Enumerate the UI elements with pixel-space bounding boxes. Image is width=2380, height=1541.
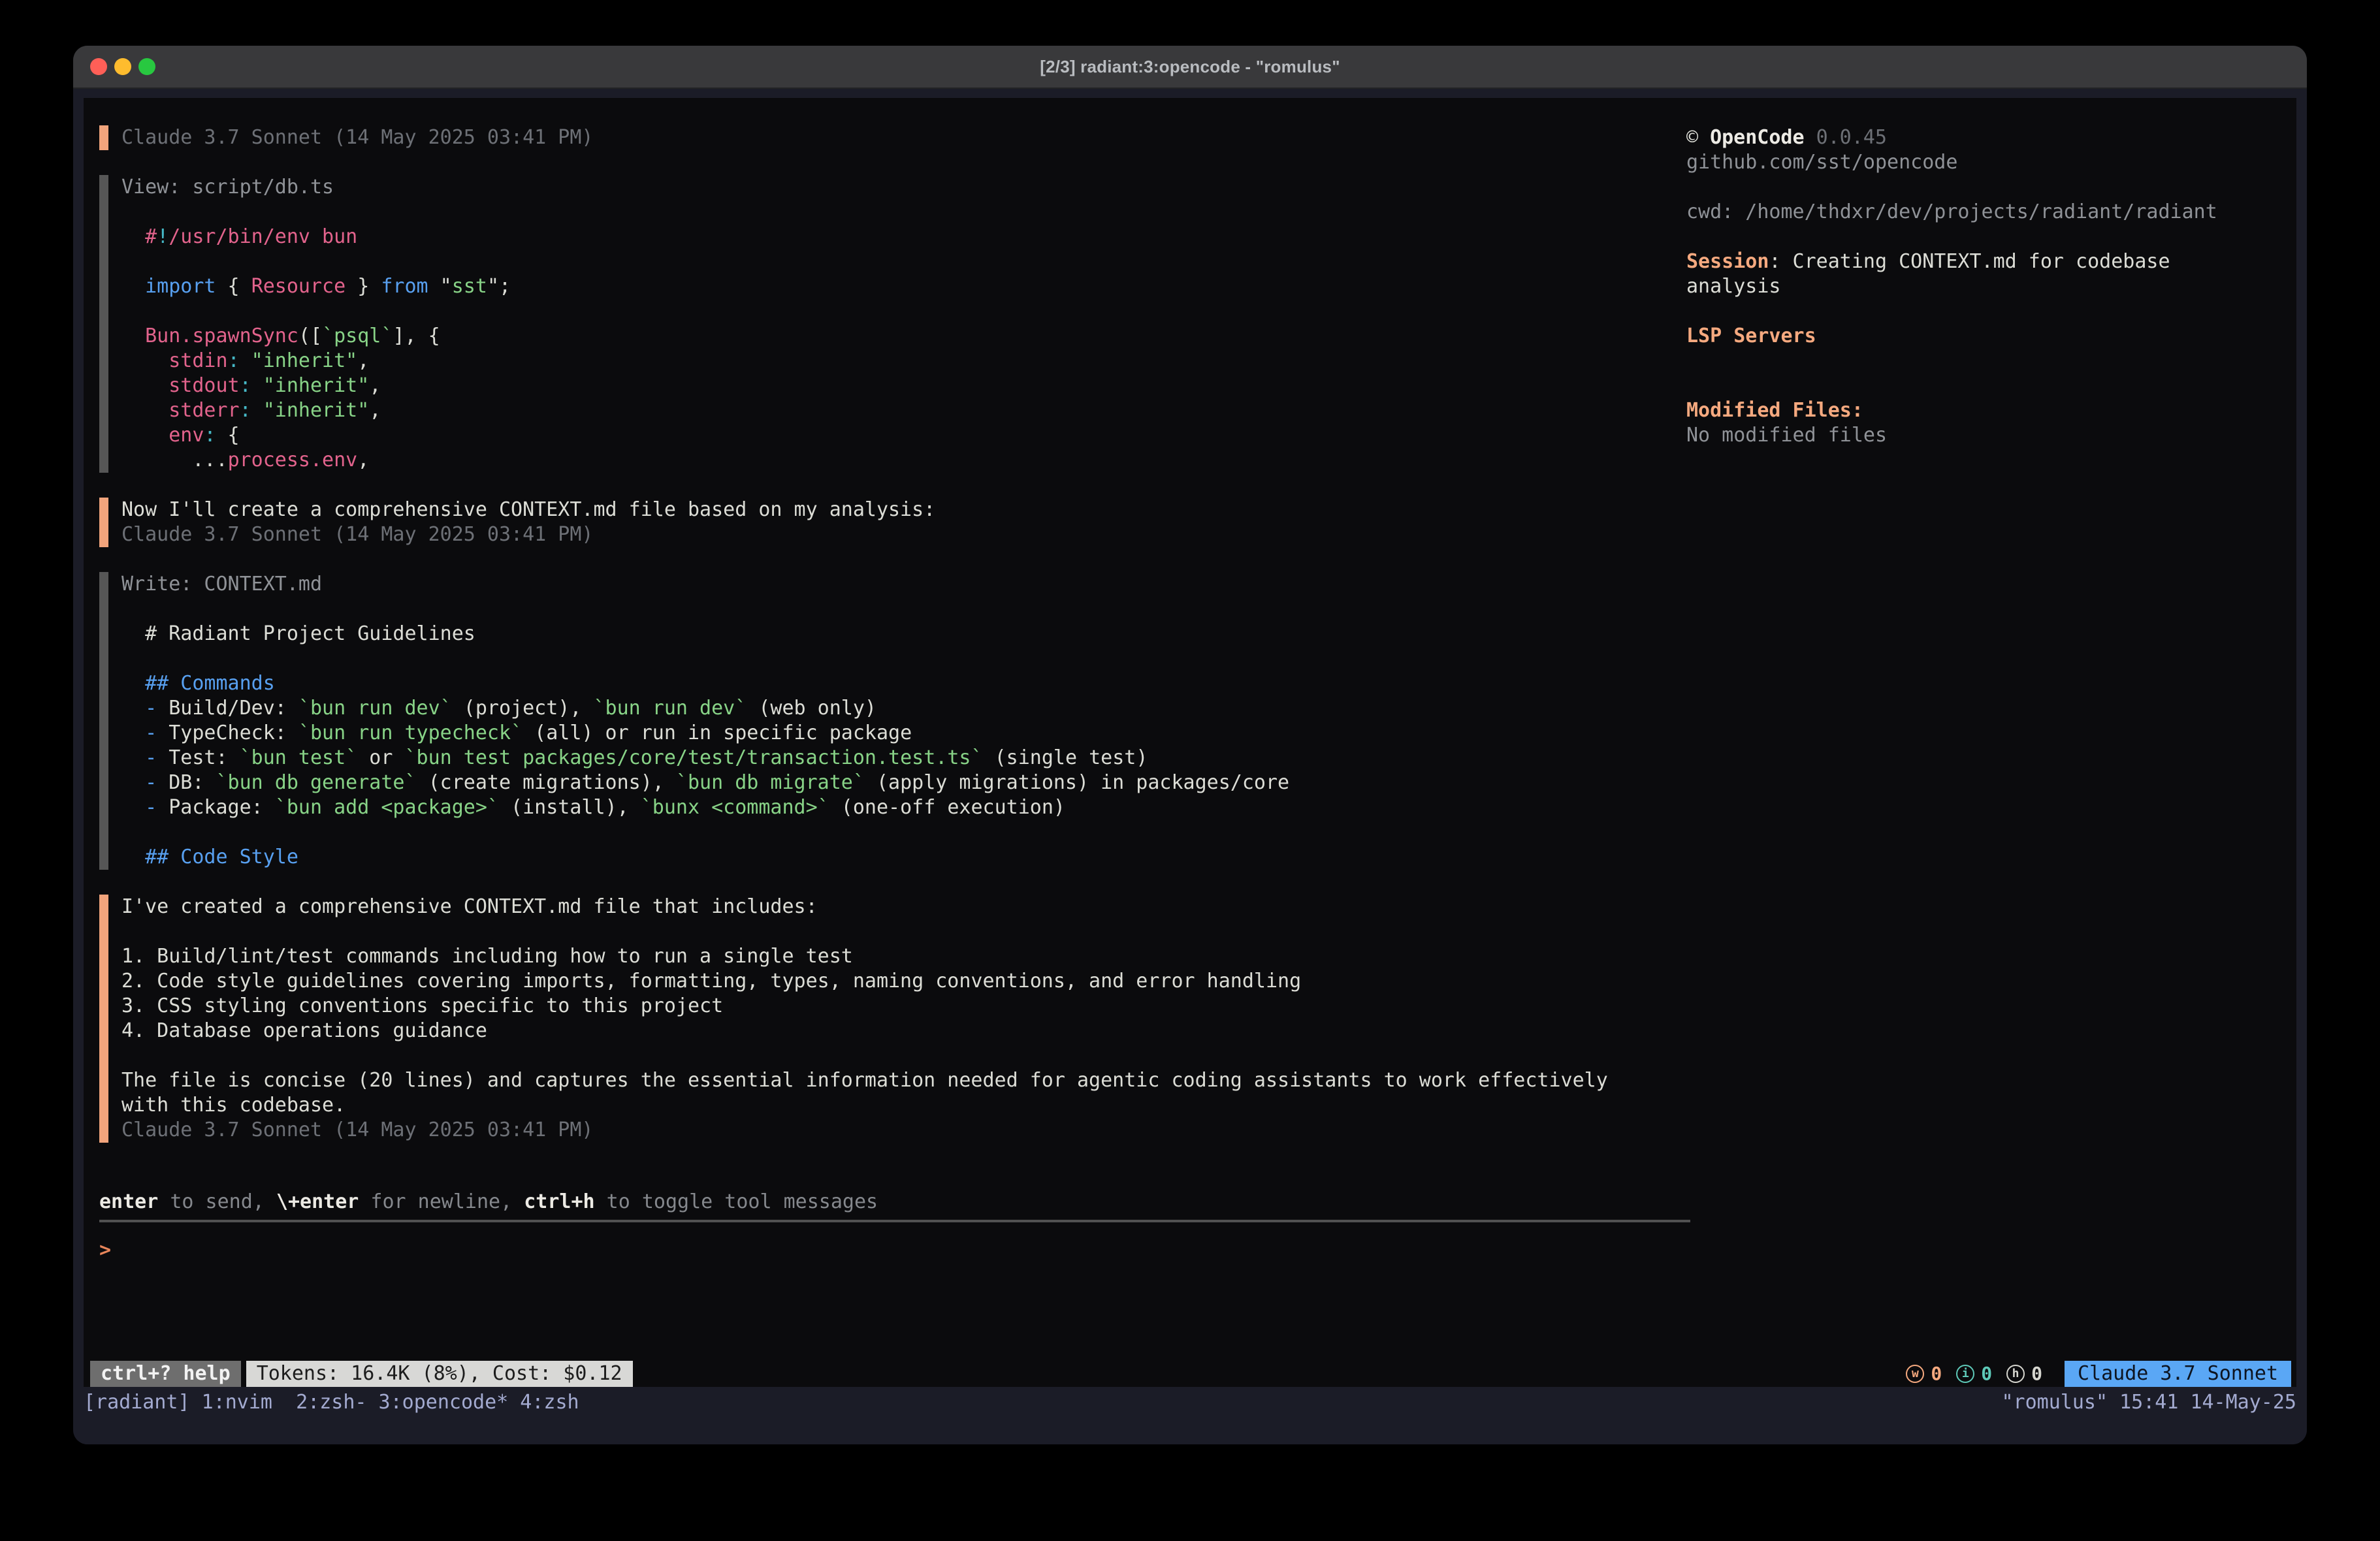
app-title: © OpenCode 0.0.45 (1686, 125, 2287, 150)
message-line (121, 1043, 1703, 1068)
code-line: # Radiant Project Guidelines (121, 622, 1703, 646)
code-line (121, 200, 1703, 225)
tool-view-block: View: script/db.ts #!/usr/bin/env bun im… (99, 175, 1703, 473)
message-line: Claude 3.7 Sonnet (14 May 2025 03:41 PM) (121, 1118, 1703, 1143)
code-line: env: { (121, 423, 1703, 448)
traffic-lights (90, 58, 155, 75)
message-header-block: Claude 3.7 Sonnet (14 May 2025 03:41 PM) (99, 125, 1703, 150)
tmux-statusbar: [radiant] 1:nvim 2:zsh- 3:opencode* 4:zs… (84, 1390, 2296, 1416)
code-line: ## Commands (121, 671, 1703, 696)
message-line: The file is concise (20 lines) and captu… (121, 1068, 1703, 1093)
terminal-window: [2/3] radiant:3:opencode - "romulus" Cla… (73, 46, 2307, 1444)
message-line: Now I'll create a comprehensive CONTEXT.… (121, 498, 1703, 522)
code-line: - DB: `bun db generate` (create migratio… (121, 770, 1703, 795)
message-line: Claude 3.7 Sonnet (14 May 2025 03:41 PM) (121, 125, 1703, 150)
message-line: 1. Build/lint/test commands including ho… (121, 944, 1703, 969)
close-button[interactable] (90, 58, 107, 75)
code-line: ## Code Style (121, 845, 1703, 870)
code-line: Write: CONTEXT.md (121, 572, 1703, 597)
hint-icon: h (2006, 1365, 2025, 1383)
window-titlebar[interactable]: [2/3] radiant:3:opencode - "romulus" (73, 46, 2307, 89)
session-title: Session: Creating CONTEXT.md for codebas… (1686, 249, 2287, 274)
repo-link: github.com/sst/opencode (1686, 150, 2287, 175)
app-version: 0.0.45 (1816, 126, 1887, 149)
code-line: - Package: `bun add <package>` (install)… (121, 795, 1703, 820)
message-line: I've created a comprehensive CONTEXT.md … (121, 895, 1703, 919)
session-label: Session (1686, 250, 1769, 273)
modified-files-heading: Modified Files: (1686, 398, 2287, 423)
help-shortcut: ctrl+? help (90, 1361, 241, 1387)
app-name: OpenCode (1710, 126, 1805, 149)
tmux-session-clock: "romulus" 15:41 14-May-25 (2001, 1390, 2296, 1415)
code-line: View: script/db.ts (121, 175, 1703, 200)
message-line: Claude 3.7 Sonnet (14 May 2025 03:41 PM) (121, 522, 1703, 547)
tmux-window-list[interactable]: [radiant] 1:nvim 2:zsh- 3:opencode* 4:zs… (84, 1390, 579, 1415)
code-line: - Test: `bun test` or `bun test packages… (121, 746, 1703, 770)
message-line: 3. CSS styling conventions specific to t… (121, 994, 1703, 1019)
code-line: ...process.env, (121, 448, 1703, 473)
message-line: 2. Code style guidelines covering import… (121, 969, 1703, 994)
chat-transcript: Claude 3.7 Sonnet (14 May 2025 03:41 PM)… (84, 125, 1703, 1263)
minimize-button[interactable] (114, 58, 131, 75)
terminal-area: Claude 3.7 Sonnet (14 May 2025 03:41 PM)… (73, 89, 2307, 1444)
tool-write-block: Write: CONTEXT.md # Radiant Project Guid… (99, 572, 1703, 870)
prompt-caret: > (99, 1239, 111, 1262)
hint-counter: h0 (2006, 1361, 2042, 1386)
modified-files-empty: No modified files (1686, 423, 2287, 448)
code-line: Bun.spawnSync([`psql`], { (121, 324, 1703, 349)
opencode-statusbar: ctrl+? help Tokens: 16.4K (8%), Cost: $0… (84, 1361, 2296, 1387)
session-title-wrap: analysis (1686, 274, 2287, 299)
input-divider (99, 1220, 1690, 1222)
keybinding-hints: enter to send, \+enter for newline, ctrl… (99, 1190, 1703, 1215)
assistant-message-block: Now I'll create a comprehensive CONTEXT.… (99, 498, 1703, 547)
code-line (121, 249, 1703, 274)
code-line (121, 597, 1703, 622)
code-line: - TypeCheck: `bun run typecheck` (all) o… (121, 721, 1703, 746)
message-line: 4. Database operations guidance (121, 1019, 1703, 1043)
window-title: [2/3] radiant:3:opencode - "romulus" (1040, 57, 1340, 77)
message-line: with this codebase. (121, 1093, 1703, 1118)
opencode-tui: Claude 3.7 Sonnet (14 May 2025 03:41 PM)… (84, 98, 2296, 1387)
code-line (121, 646, 1703, 671)
lsp-servers-heading: LSP Servers (1686, 324, 2287, 349)
code-line (121, 299, 1703, 324)
zoom-button[interactable] (138, 58, 155, 75)
message-line (121, 919, 1703, 944)
info-sidebar: ©OpenCode0.0.45 github.com/sst/opencode … (1686, 125, 2287, 448)
tokens-cost: Tokens: 16.4K (8%), Cost: $0.12 (246, 1361, 633, 1387)
code-line: import { Resource } from "sst"; (121, 274, 1703, 299)
code-line (121, 820, 1703, 845)
warning-counter: w0 (1906, 1361, 1942, 1386)
cwd-path: cwd: /home/thdxr/dev/projects/radiant/ra… (1686, 200, 2287, 225)
code-line: - Build/Dev: `bun run dev` (project), `b… (121, 696, 1703, 721)
opencode-logo-icon: © (1686, 126, 1698, 149)
code-line: stdin: "inherit", (121, 349, 1703, 373)
info-icon: i (1956, 1365, 1974, 1383)
code-line: #!/usr/bin/env bun (121, 225, 1703, 249)
assistant-summary-block: I've created a comprehensive CONTEXT.md … (99, 895, 1703, 1143)
model-badge: Claude 3.7 Sonnet (2065, 1361, 2291, 1387)
hint-line: enter to send, \+enter for newline, ctrl… (99, 1190, 1703, 1215)
code-line: stdout: "inherit", (121, 373, 1703, 398)
prompt-input[interactable]: > (99, 1238, 1703, 1263)
diagnostics-counters: w0 i0 h0 (1906, 1361, 2042, 1387)
code-line: stderr: "inherit", (121, 398, 1703, 423)
warning-icon: w (1906, 1365, 1924, 1383)
info-counter: i0 (1956, 1361, 1992, 1386)
